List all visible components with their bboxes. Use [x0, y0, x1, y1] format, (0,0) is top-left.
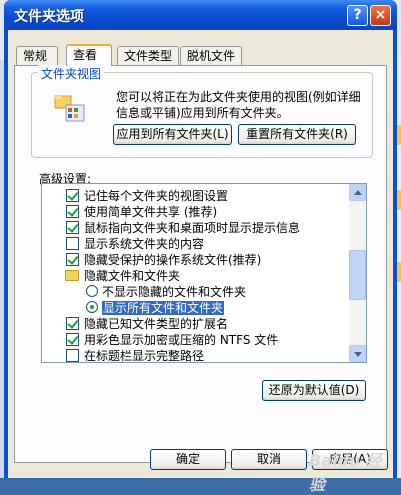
window-title: 文件夹选项 [14, 9, 84, 25]
chevron-down-icon [354, 352, 362, 357]
chevron-up-icon [354, 190, 362, 195]
vertical-scrollbar[interactable] [349, 184, 366, 362]
help-button[interactable]: ? [347, 5, 368, 26]
radio-button-selected[interactable] [86, 301, 98, 313]
list-item[interactable]: 使用简单文件共享 (推荐) [84, 204, 217, 220]
checkbox[interactable] [66, 221, 79, 234]
close-button[interactable]: × [370, 5, 391, 26]
scroll-up-button[interactable] [349, 184, 366, 201]
scroll-thumb[interactable] [349, 250, 366, 300]
reset-all-folders-button[interactable]: 重置所有文件夹(R) [238, 124, 356, 145]
title-bar[interactable]: 文件夹选项 ? × [4, 0, 397, 30]
scroll-down-button[interactable] [349, 345, 366, 362]
tab-offline-files[interactable]: 脱机文件 [180, 46, 242, 65]
cancel-button[interactable]: 取消 [231, 449, 307, 470]
list-item[interactable]: 鼠标指向文件夹和桌面项时显示提示信息 [84, 220, 300, 236]
tab-view[interactable]: 查看 [66, 44, 112, 66]
apply-to-all-folders-button[interactable]: 应用到所有文件夹(L) [113, 124, 232, 145]
list-item[interactable]: 在标题栏显示完整路径 [84, 348, 204, 362]
list-item[interactable]: 不显示隐藏的文件和文件夹 [102, 284, 246, 300]
list-item-selected[interactable]: 显示所有文件和文件夹 [100, 300, 226, 316]
checkbox[interactable] [66, 317, 79, 330]
folder-view-group-title: 文件夹视图 [38, 65, 105, 82]
tab-general[interactable]: 常规 [16, 46, 58, 65]
checkbox[interactable] [66, 253, 79, 266]
folder-icon [65, 270, 79, 281]
folder-options-dialog: 文件夹选项 ? × 常规 查看 文件类型 脱机文件 文件夹视图 您可以将正在为此… [4, 0, 397, 494]
list-item[interactable]: 隐藏受保护的操作系统文件(推荐) [84, 252, 261, 268]
list-group-header: 隐藏文件和文件夹 [84, 269, 181, 283]
checkbox[interactable] [66, 237, 79, 250]
restore-defaults-button[interactable]: 还原为默认值(D) [262, 380, 366, 401]
list-item[interactable]: 用彩色显示加密或压缩的 NTFS 文件 [84, 332, 278, 348]
tab-file-types[interactable]: 文件类型 [117, 46, 179, 65]
folder-view-description: 您可以将正在为此文件夹使用的视图(例如详细信息或平铺)应用到所有文件夹。 [116, 90, 361, 120]
checkbox[interactable] [66, 333, 79, 346]
watermark: Baidu 经验 [309, 451, 382, 494]
radio-button[interactable] [86, 285, 98, 297]
ok-button[interactable]: 确定 [150, 449, 226, 470]
checkbox[interactable] [66, 205, 79, 218]
checkbox[interactable] [66, 349, 79, 362]
list-item[interactable]: 记住每个文件夹的视图设置 [84, 188, 228, 204]
advanced-settings-list[interactable]: 记住每个文件夹的视图设置 使用简单文件共享 (推荐) 鼠标指向文件夹和桌面项时显… [41, 183, 367, 363]
list-item[interactable]: 隐藏已知文件类型的扩展名 [84, 316, 228, 332]
selected-item-label: 显示所有文件和文件夹 [100, 300, 226, 316]
folder-view-icon [54, 95, 85, 122]
checkbox[interactable] [66, 189, 79, 202]
list-item[interactable]: 显示系统文件夹的内容 [84, 236, 204, 252]
